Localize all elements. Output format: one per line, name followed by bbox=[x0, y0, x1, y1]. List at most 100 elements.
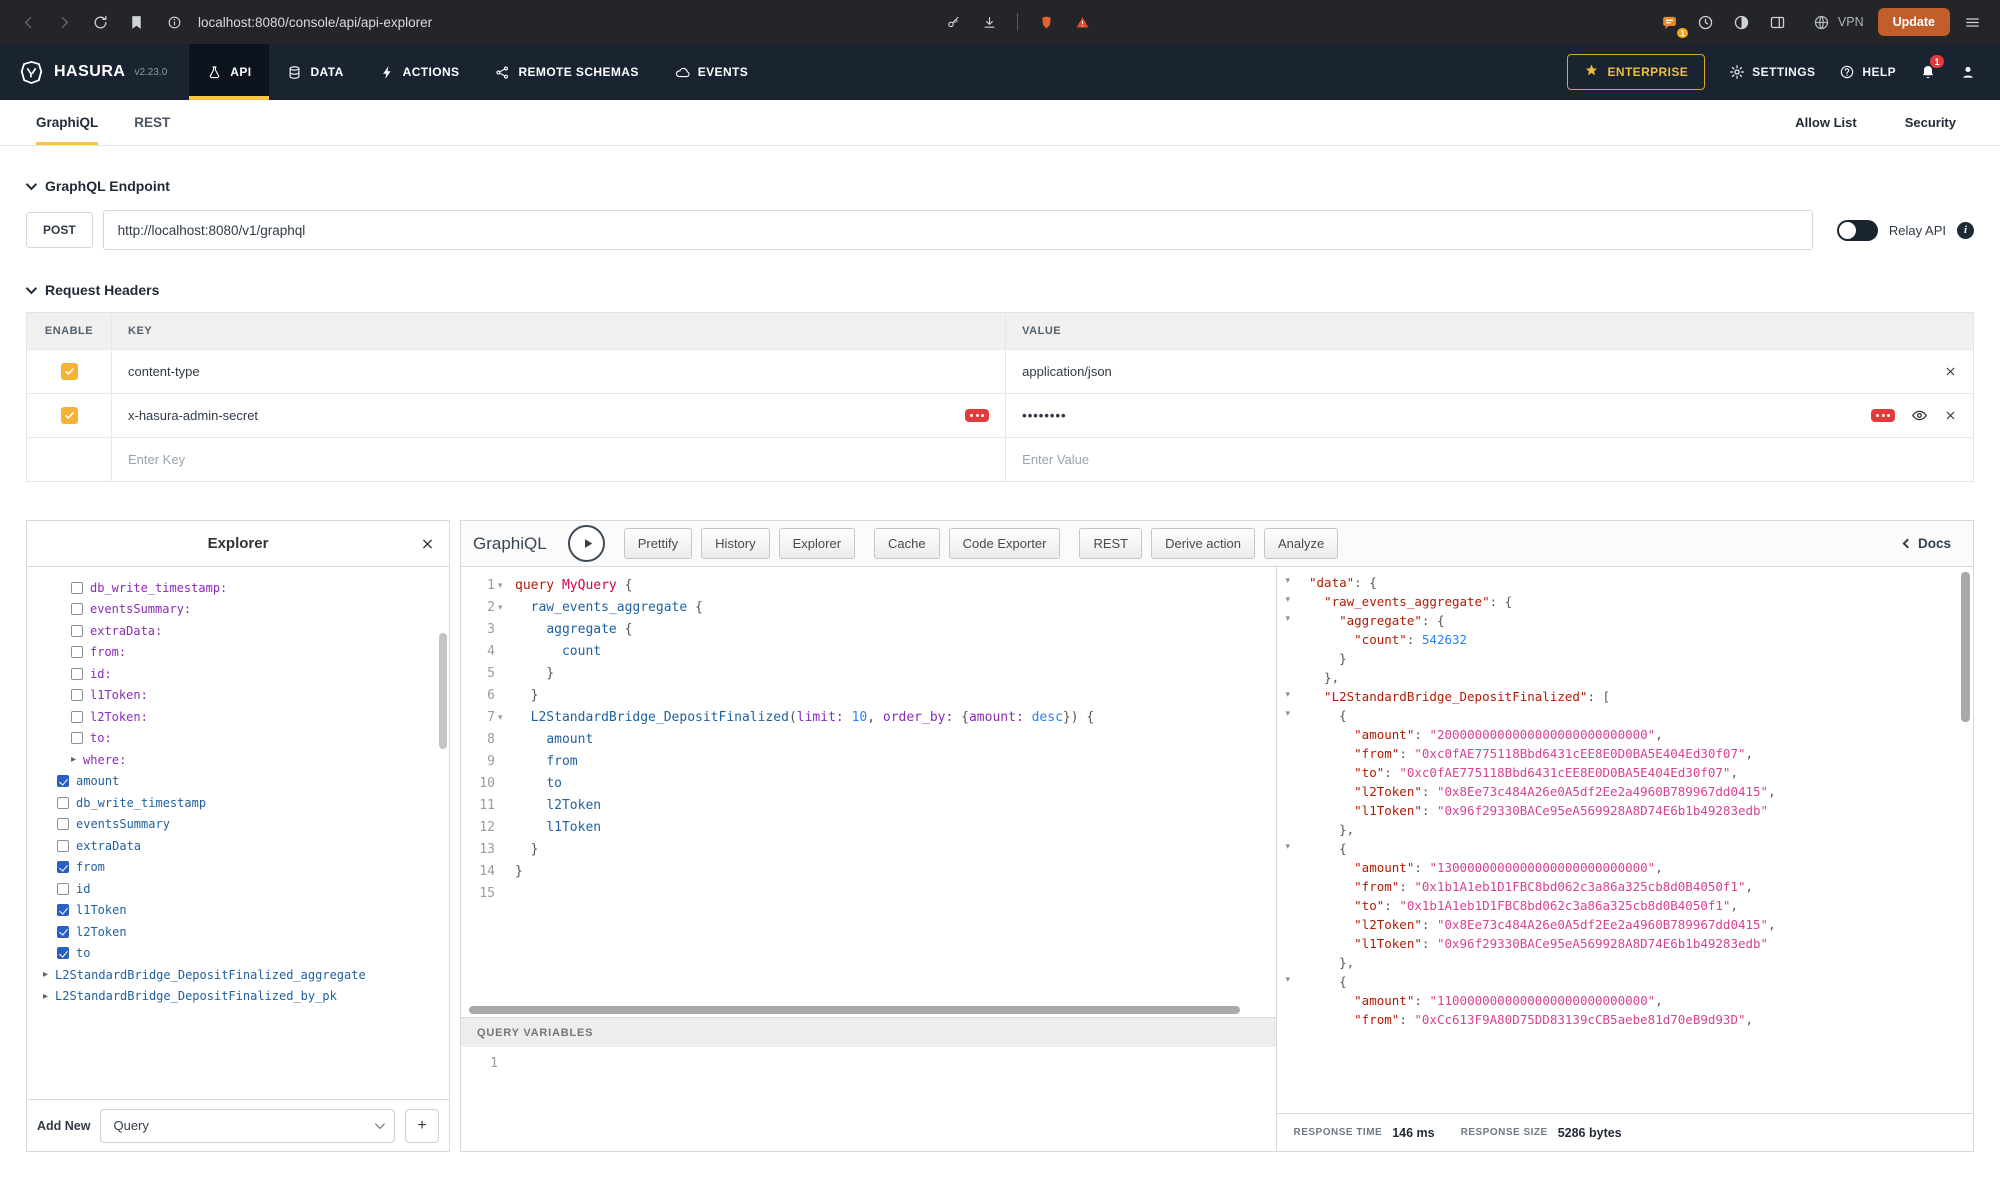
close-icon[interactable] bbox=[420, 536, 435, 551]
reveal-eye-icon[interactable] bbox=[1911, 407, 1928, 424]
explorer-item-extradata[interactable]: extraData: bbox=[27, 620, 449, 642]
user-menu-button[interactable] bbox=[1960, 64, 1976, 80]
settings-button[interactable]: SETTINGS bbox=[1729, 64, 1815, 80]
graphql-endpoint-section-header[interactable]: GraphQL Endpoint bbox=[26, 178, 1974, 194]
explorer-item-from[interactable]: from: bbox=[27, 642, 449, 664]
theme-icon[interactable] bbox=[1726, 6, 1758, 38]
hasura-brand[interactable]: HASURA v2.23.0 bbox=[0, 44, 189, 100]
field-checkbox[interactable] bbox=[57, 818, 69, 830]
scrollbar-thumb[interactable] bbox=[469, 1006, 1240, 1014]
toolbar-button-derive-action[interactable]: Derive action bbox=[1151, 528, 1255, 559]
nav-item-remote-schemas[interactable]: REMOTE SCHEMAS bbox=[477, 44, 656, 100]
header-value-cell[interactable]: •••••••• bbox=[1006, 394, 1973, 437]
query-variables-editor[interactable]: 1 bbox=[461, 1047, 1276, 1151]
sidebar-icon[interactable] bbox=[1762, 6, 1794, 38]
collapse-arrow-icon[interactable]: ▸ bbox=[43, 969, 48, 980]
field-checkbox[interactable] bbox=[57, 926, 69, 938]
fold-arrow-icon[interactable]: ▾ bbox=[498, 597, 508, 619]
remove-header-icon[interactable] bbox=[1944, 365, 1957, 378]
remove-header-icon[interactable] bbox=[1944, 409, 1957, 422]
header-enabled-checkbox[interactable] bbox=[61, 363, 78, 380]
explorer-item-id[interactable]: id bbox=[27, 878, 449, 900]
bookmark-icon[interactable] bbox=[120, 6, 152, 38]
nav-item-events[interactable]: EVENTS bbox=[657, 44, 766, 100]
fold-arrow-icon[interactable]: ▾ bbox=[1285, 614, 1290, 624]
field-checkbox[interactable] bbox=[71, 732, 83, 744]
explorer-item-amount[interactable]: amount bbox=[27, 771, 449, 793]
field-checkbox[interactable] bbox=[57, 797, 69, 809]
collapse-arrow-icon[interactable]: ▸ bbox=[71, 754, 76, 765]
explorer-item-eventssummary[interactable]: eventsSummary bbox=[27, 814, 449, 836]
explorer-item-db-write-timestamp[interactable]: db_write_timestamp: bbox=[27, 577, 449, 599]
field-checkbox[interactable] bbox=[57, 840, 69, 852]
explorer-item-l2standardbridge-depositfinalized-aggregate[interactable]: ▸L2StandardBridge_DepositFinalized_aggre… bbox=[27, 964, 449, 986]
field-checkbox[interactable] bbox=[71, 625, 83, 637]
field-checkbox[interactable] bbox=[71, 668, 83, 680]
request-headers-section-header[interactable]: Request Headers bbox=[26, 282, 1974, 298]
field-checkbox[interactable] bbox=[71, 603, 83, 615]
toolbar-button-history[interactable]: History bbox=[701, 528, 769, 559]
explorer-item-to[interactable]: to bbox=[27, 943, 449, 965]
explorer-item-eventssummary[interactable]: eventsSummary: bbox=[27, 599, 449, 621]
fold-arrow-icon[interactable]: ▾ bbox=[1285, 709, 1290, 719]
query-editor[interactable]: 1▾2▾34567▾89101112131415 query MyQuery {… bbox=[461, 567, 1276, 1005]
extension-icon[interactable]: 1 bbox=[1654, 6, 1686, 38]
relay-api-toggle[interactable] bbox=[1837, 220, 1878, 241]
field-checkbox[interactable] bbox=[71, 689, 83, 701]
explorer-item-db-write-timestamp[interactable]: db_write_timestamp bbox=[27, 792, 449, 814]
collapse-arrow-icon[interactable]: ▸ bbox=[43, 991, 48, 1002]
docs-button[interactable]: Docs bbox=[1904, 536, 1961, 551]
field-checkbox[interactable] bbox=[57, 904, 69, 916]
fold-arrow-icon[interactable]: ▾ bbox=[1285, 690, 1290, 700]
explorer-item-l2token[interactable]: l2Token: bbox=[27, 706, 449, 728]
secret-dots-badge[interactable] bbox=[965, 409, 989, 422]
explorer-item-extradata[interactable]: extraData bbox=[27, 835, 449, 857]
vpn-button[interactable]: VPN bbox=[1812, 12, 1864, 32]
nav-item-api[interactable]: API bbox=[189, 44, 269, 100]
header-enabled-checkbox[interactable] bbox=[61, 407, 78, 424]
toolbar-button-code-exporter[interactable]: Code Exporter bbox=[949, 528, 1061, 559]
toolbar-button-cache[interactable]: Cache bbox=[874, 528, 940, 559]
explorer-item-from[interactable]: from bbox=[27, 857, 449, 879]
field-checkbox[interactable] bbox=[57, 775, 69, 787]
header-key-cell[interactable]: content-type bbox=[111, 350, 1006, 393]
query-type-select[interactable]: Query bbox=[100, 1109, 395, 1143]
history-icon[interactable] bbox=[1690, 6, 1722, 38]
explorer-list[interactable]: db_write_timestamp:eventsSummary:extraDa… bbox=[27, 567, 449, 1099]
vertical-scrollbar[interactable] bbox=[439, 633, 447, 749]
back-icon[interactable] bbox=[12, 6, 44, 38]
url-bar[interactable]: localhost:8080/console/api/api-explorer bbox=[158, 6, 1098, 38]
download-icon[interactable] bbox=[973, 6, 1005, 38]
secret-dots-badge[interactable] bbox=[1871, 409, 1895, 422]
nav-item-actions[interactable]: ACTIONS bbox=[362, 44, 478, 100]
info-icon[interactable]: i bbox=[1957, 222, 1974, 239]
fold-arrow-icon[interactable]: ▾ bbox=[1285, 595, 1290, 605]
fold-arrow-icon[interactable]: ▾ bbox=[1285, 576, 1290, 586]
horizontal-scrollbar[interactable] bbox=[467, 1005, 1270, 1015]
tab-rest[interactable]: REST bbox=[134, 100, 170, 145]
brave-shield-icon[interactable] bbox=[1030, 6, 1062, 38]
toolbar-button-explorer[interactable]: Explorer bbox=[779, 528, 855, 559]
new-value-input[interactable]: Enter Value bbox=[1006, 438, 1973, 481]
query-variables-header[interactable]: QUERY VARIABLES bbox=[461, 1017, 1276, 1047]
toolbar-button-rest[interactable]: REST bbox=[1079, 528, 1142, 559]
graphql-url-input[interactable]: http://localhost:8080/v1/graphql bbox=[103, 210, 1813, 250]
new-key-input[interactable]: Enter Key bbox=[111, 438, 1006, 481]
field-checkbox[interactable] bbox=[57, 947, 69, 959]
query-code[interactable]: query MyQuery { raw_events_aggregate { a… bbox=[511, 575, 1276, 1005]
header-value-cell[interactable]: application/json bbox=[1006, 350, 1973, 393]
header-key-cell[interactable]: x-hasura-admin-secret bbox=[111, 394, 1006, 437]
field-checkbox[interactable] bbox=[71, 646, 83, 658]
http-method-button[interactable]: POST bbox=[26, 212, 93, 248]
notifications-button[interactable]: 1 bbox=[1920, 64, 1936, 80]
explorer-item-l1token[interactable]: l1Token: bbox=[27, 685, 449, 707]
menu-icon[interactable] bbox=[1956, 6, 1988, 38]
key-icon[interactable] bbox=[937, 6, 969, 38]
site-info-icon[interactable] bbox=[158, 6, 190, 38]
toolbar-button-analyze[interactable]: Analyze bbox=[1264, 528, 1338, 559]
explorer-item-l2token[interactable]: l2Token bbox=[27, 921, 449, 943]
reload-icon[interactable] bbox=[84, 6, 116, 38]
explorer-item-where[interactable]: ▸where: bbox=[27, 749, 449, 771]
nav-item-data[interactable]: DATA bbox=[269, 44, 361, 100]
warning-icon[interactable] bbox=[1066, 6, 1098, 38]
